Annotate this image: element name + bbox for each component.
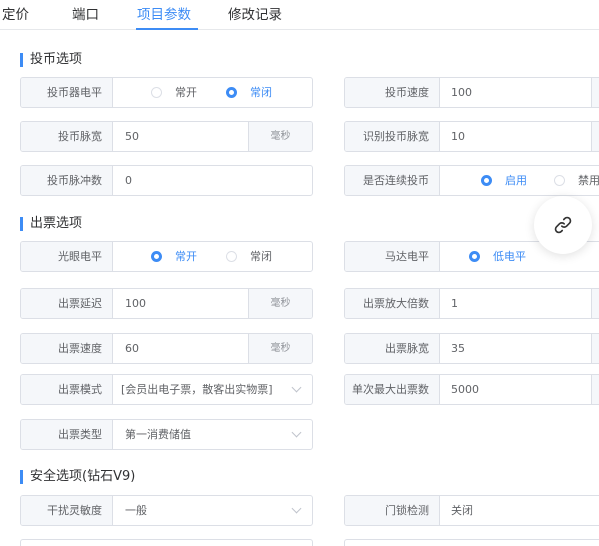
unit-addon: [591, 289, 599, 318]
coin-pulse-count-input[interactable]: 0: [125, 166, 132, 195]
radio-checked-icon: [481, 175, 492, 186]
unit-addon: [591, 375, 599, 404]
field-label: 出票速度: [21, 334, 113, 363]
radio-checked-icon: [226, 87, 237, 98]
link-icon: [554, 216, 572, 234]
field-label: 投币速度: [345, 78, 440, 107]
tab-project-params[interactable]: 项目参数: [137, 3, 191, 23]
unit-addon: 毫秒: [248, 122, 312, 151]
chevron-down-icon: [291, 427, 302, 438]
ticket-pulse-input[interactable]: 35: [451, 334, 465, 363]
field-label: 出票类型: [21, 420, 113, 449]
eye-level-field: 光眼电平 常开 常闭: [20, 241, 313, 272]
field-label: 单次最大出票数: [345, 375, 440, 404]
coin-pulse-count-field: 投币脉冲数 0: [20, 165, 313, 196]
unit-addon: 毫秒: [248, 289, 312, 318]
eye-level-normally-open-radio[interactable]: 常开: [151, 242, 197, 271]
field-label: 出票放大倍数: [345, 289, 440, 318]
field-label: 投币器电平: [21, 78, 113, 107]
radio-checked-icon: [469, 251, 480, 262]
tab-bar: 定价 端口 项目参数 修改记录: [0, 0, 599, 30]
next-row-field: [344, 539, 599, 546]
motor-level-low-radio[interactable]: 低电平: [469, 242, 526, 271]
field-label: 投币脉冲数: [21, 166, 113, 195]
field-label: 光眼电平: [21, 242, 113, 271]
radio-circle-icon: [554, 175, 565, 186]
radio-circle-icon: [226, 251, 237, 262]
ticket-mode-value: [会员出电子票，散客出实物票]: [121, 383, 273, 396]
coin-level-normally-open-radio[interactable]: 常开: [151, 78, 197, 107]
ticket-type-select[interactable]: 出票类型 第一消费储值: [20, 419, 313, 450]
coin-pulse-width-field: 投币脉宽 50 毫秒: [20, 121, 313, 152]
field-label: 投币脉宽: [21, 122, 113, 151]
interference-select[interactable]: 干扰灵敏度 一般: [20, 495, 313, 526]
max-ticket-input[interactable]: 5000: [451, 375, 479, 404]
field-label: 出票延迟: [21, 289, 113, 318]
ticket-mode-select[interactable]: 出票模式 [会员出电子票，散客出实物票]: [20, 374, 313, 405]
chevron-down-icon: [291, 503, 302, 514]
max-ticket-field: 单次最大出票数 5000: [344, 374, 599, 405]
ticket-multiplier-field: 出票放大倍数 1: [344, 288, 599, 319]
door-lock-select[interactable]: 门锁检测 关闭: [344, 495, 599, 526]
coin-speed-input[interactable]: 100: [451, 78, 472, 107]
coin-pulse-width-input[interactable]: 50: [125, 122, 139, 151]
active-tab-indicator: [136, 28, 198, 30]
eye-level-normally-closed-radio[interactable]: 常闭: [226, 242, 272, 271]
chevron-down-icon: [291, 382, 302, 393]
coin-level-normally-closed-radio[interactable]: 常闭: [226, 78, 272, 107]
field-label: 出票模式: [21, 375, 113, 404]
unit-addon: [591, 334, 599, 363]
recognize-coin-pulse-field: 识别投币脉宽 10: [344, 121, 599, 152]
ticket-speed-field: 出票速度 60 毫秒: [20, 333, 313, 364]
ticket-delay-field: 出票延迟 100 毫秒: [20, 288, 313, 319]
tab-ports[interactable]: 端口: [72, 3, 99, 23]
unit-addon: [591, 122, 599, 151]
continuous-coin-field: 是否连续投币 启用 禁用: [344, 165, 599, 196]
radio-circle-icon: [151, 87, 162, 98]
coin-speed-field: 投币速度 100: [344, 77, 599, 108]
ticket-type-value: 第一消费储值: [125, 428, 191, 441]
ticket-speed-input[interactable]: 60: [125, 334, 139, 363]
field-label: 干扰灵敏度: [21, 496, 113, 525]
ticket-pulse-field: 出票脉宽 35: [344, 333, 599, 364]
continuous-coin-enable-radio[interactable]: 启用: [481, 166, 527, 195]
door-lock-value: 关闭: [451, 504, 473, 517]
field-label: 是否连续投币: [345, 166, 440, 195]
ticket-delay-input[interactable]: 100: [125, 289, 146, 318]
next-row-field: [20, 539, 313, 546]
section-title-safety: 安全选项(钻石V9): [20, 469, 135, 485]
field-label: 识别投币脉宽: [345, 122, 440, 151]
link-button[interactable]: [534, 196, 592, 254]
coin-level-field: 投币器电平 常开 常闭: [20, 77, 313, 108]
section-title-coin: 投币选项: [20, 52, 82, 68]
radio-checked-icon: [151, 251, 162, 262]
unit-addon: 毫秒: [248, 334, 312, 363]
field-label: 马达电平: [345, 242, 440, 271]
interference-value: 一般: [125, 504, 147, 517]
field-label: 门锁检测: [345, 496, 440, 525]
section-title-ticket: 出票选项: [20, 216, 82, 232]
continuous-coin-disable-radio[interactable]: 禁用: [554, 166, 599, 195]
tab-pricing[interactable]: 定价: [2, 3, 29, 23]
field-label: 出票脉宽: [345, 334, 440, 363]
recognize-coin-pulse-input[interactable]: 10: [451, 122, 465, 151]
ticket-multiplier-input[interactable]: 1: [451, 289, 458, 318]
unit-addon: [591, 78, 599, 107]
tab-change-log[interactable]: 修改记录: [228, 3, 282, 23]
